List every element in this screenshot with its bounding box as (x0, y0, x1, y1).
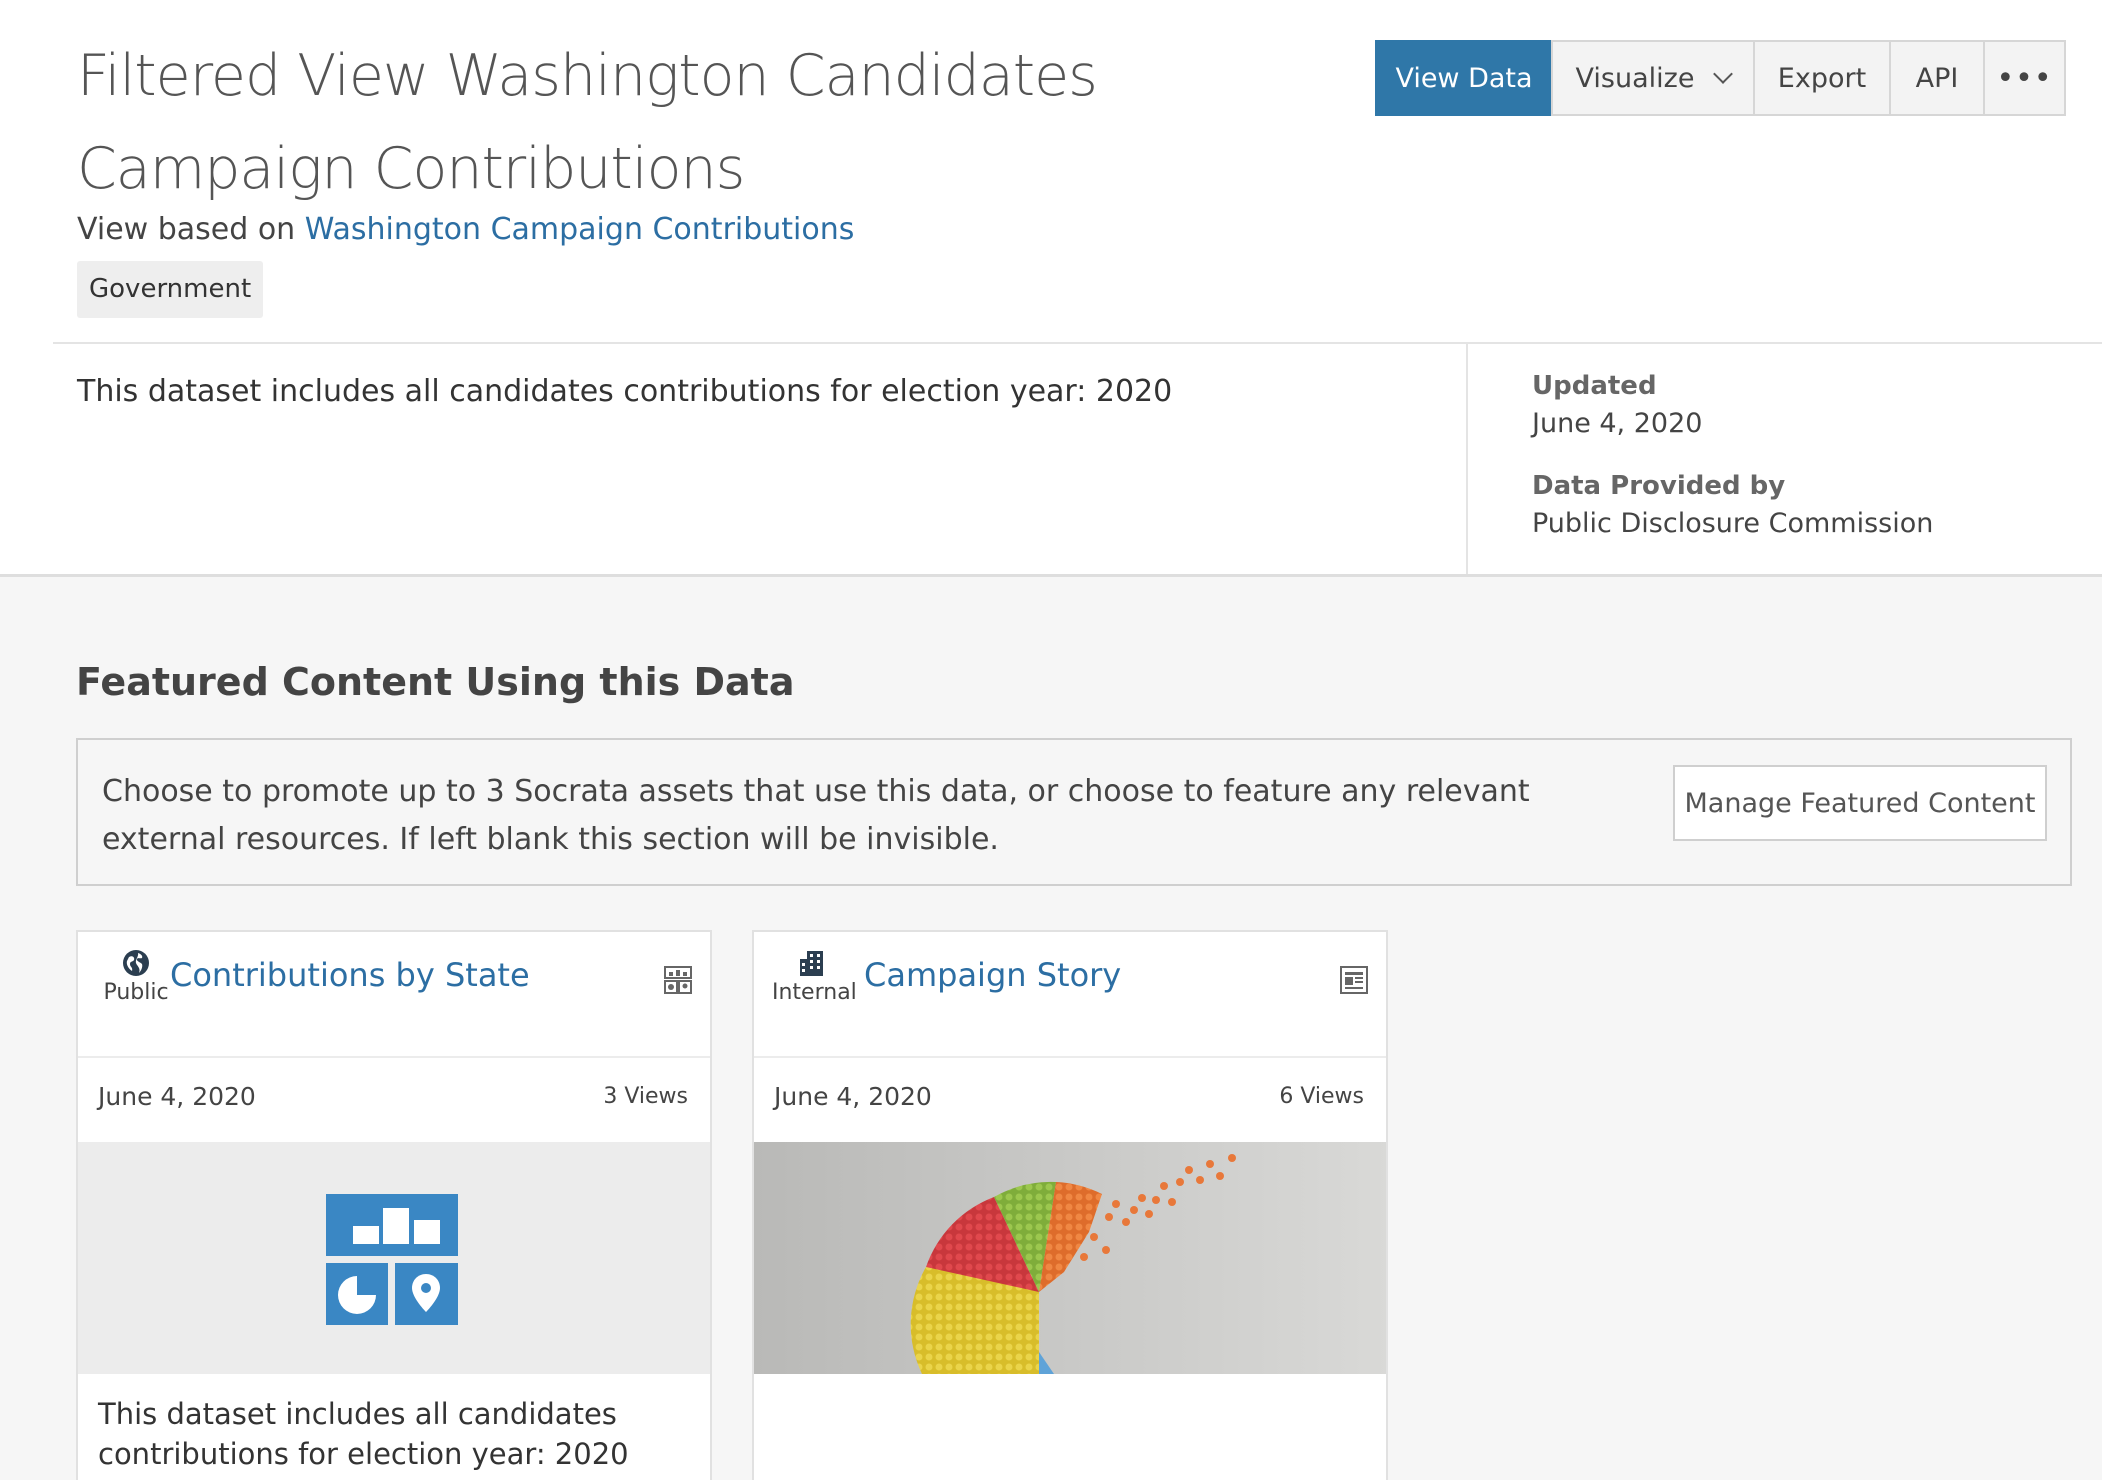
action-bar: View Data Visualize Export API ••• (1375, 40, 2066, 116)
provider-label: Data Provided by (1532, 471, 1786, 501)
featured-content-promo: Choose to promote up to 3 Socrata assets… (76, 738, 2072, 886)
audience-badge: Internal (772, 948, 857, 1005)
card-thumbnail[interactable] (78, 1142, 710, 1374)
card-header: Public Contributions by State (78, 932, 710, 1058)
audience-badge: Public (96, 948, 176, 1005)
dashboard-tile-icon (326, 1194, 458, 1325)
story-icon (1340, 966, 1368, 994)
visualize-button[interactable]: Visualize (1551, 40, 1755, 116)
metadata-sidebar: Updated June 4, 2020 Data Provided by Pu… (1532, 368, 1933, 568)
provider-value: Public Disclosure Commission (1532, 508, 1934, 539)
parent-dataset-link[interactable]: Washington Campaign Contributions (305, 212, 855, 247)
page-title: Filtered View Washington Candidates Camp… (77, 43, 1098, 202)
promo-text: Choose to promote up to 3 Socrata assets… (102, 774, 1530, 857)
category-tag[interactable]: Government (77, 261, 264, 318)
based-on-line: View based on Washington Campaign Contri… (77, 212, 854, 247)
export-button[interactable]: Export (1753, 40, 1891, 116)
manage-featured-content-button[interactable]: Manage Featured Content (1673, 765, 2047, 841)
card-date: June 4, 2020 (98, 1082, 256, 1111)
export-label: Export (1777, 62, 1867, 94)
card-thumbnail[interactable] (754, 1142, 1386, 1374)
building-icon (800, 951, 823, 976)
manage-featured-content-label: Manage Featured Content (1684, 787, 2036, 819)
card-date: June 4, 2020 (774, 1082, 932, 1111)
visualize-label: Visualize (1575, 62, 1695, 94)
globe-icon (123, 950, 149, 976)
chevron-down-icon (1713, 64, 1734, 84)
more-icon: ••• (1996, 60, 2053, 96)
metadata-divider (1466, 343, 1468, 575)
card-meta: June 4, 2020 6 Views (754, 1058, 1386, 1142)
based-on-prefix: View based on (77, 212, 296, 247)
candy-pie-chart-image (754, 1142, 1386, 1374)
view-data-label: View Data (1395, 62, 1533, 94)
view-data-button[interactable]: View Data (1375, 40, 1553, 116)
header-divider (53, 342, 2102, 344)
card-header: Internal Campaign Story (754, 932, 1386, 1058)
api-button[interactable]: API (1889, 40, 1985, 116)
card-description: This dataset includes all candidates con… (98, 1397, 629, 1471)
card-view-count: 3 Views (603, 1084, 688, 1109)
featured-card[interactable]: Internal Campaign Story June 4, 2020 6 V… (752, 930, 1388, 1480)
updated-label: Updated (1532, 371, 1657, 401)
card-title-link[interactable]: Contributions by State (170, 956, 530, 994)
more-actions-button[interactable]: ••• (1983, 40, 2066, 116)
card-view-count: 6 Views (1279, 1084, 1364, 1109)
audience-label: Internal (772, 980, 857, 1005)
dashboard-icon (664, 966, 692, 994)
card-meta: June 4, 2020 3 Views (78, 1058, 710, 1142)
updated-value: June 4, 2020 (1532, 408, 1703, 439)
audience-label: Public (103, 980, 169, 1005)
featured-content-title: Featured Content Using this Data (76, 660, 795, 704)
dataset-description: This dataset includes all candidates con… (77, 374, 1173, 409)
card-title-link[interactable]: Campaign Story (864, 956, 1121, 994)
featured-card[interactable]: Public Contributions by State June 4, 20… (76, 930, 712, 1480)
api-label: API (1915, 62, 1959, 94)
